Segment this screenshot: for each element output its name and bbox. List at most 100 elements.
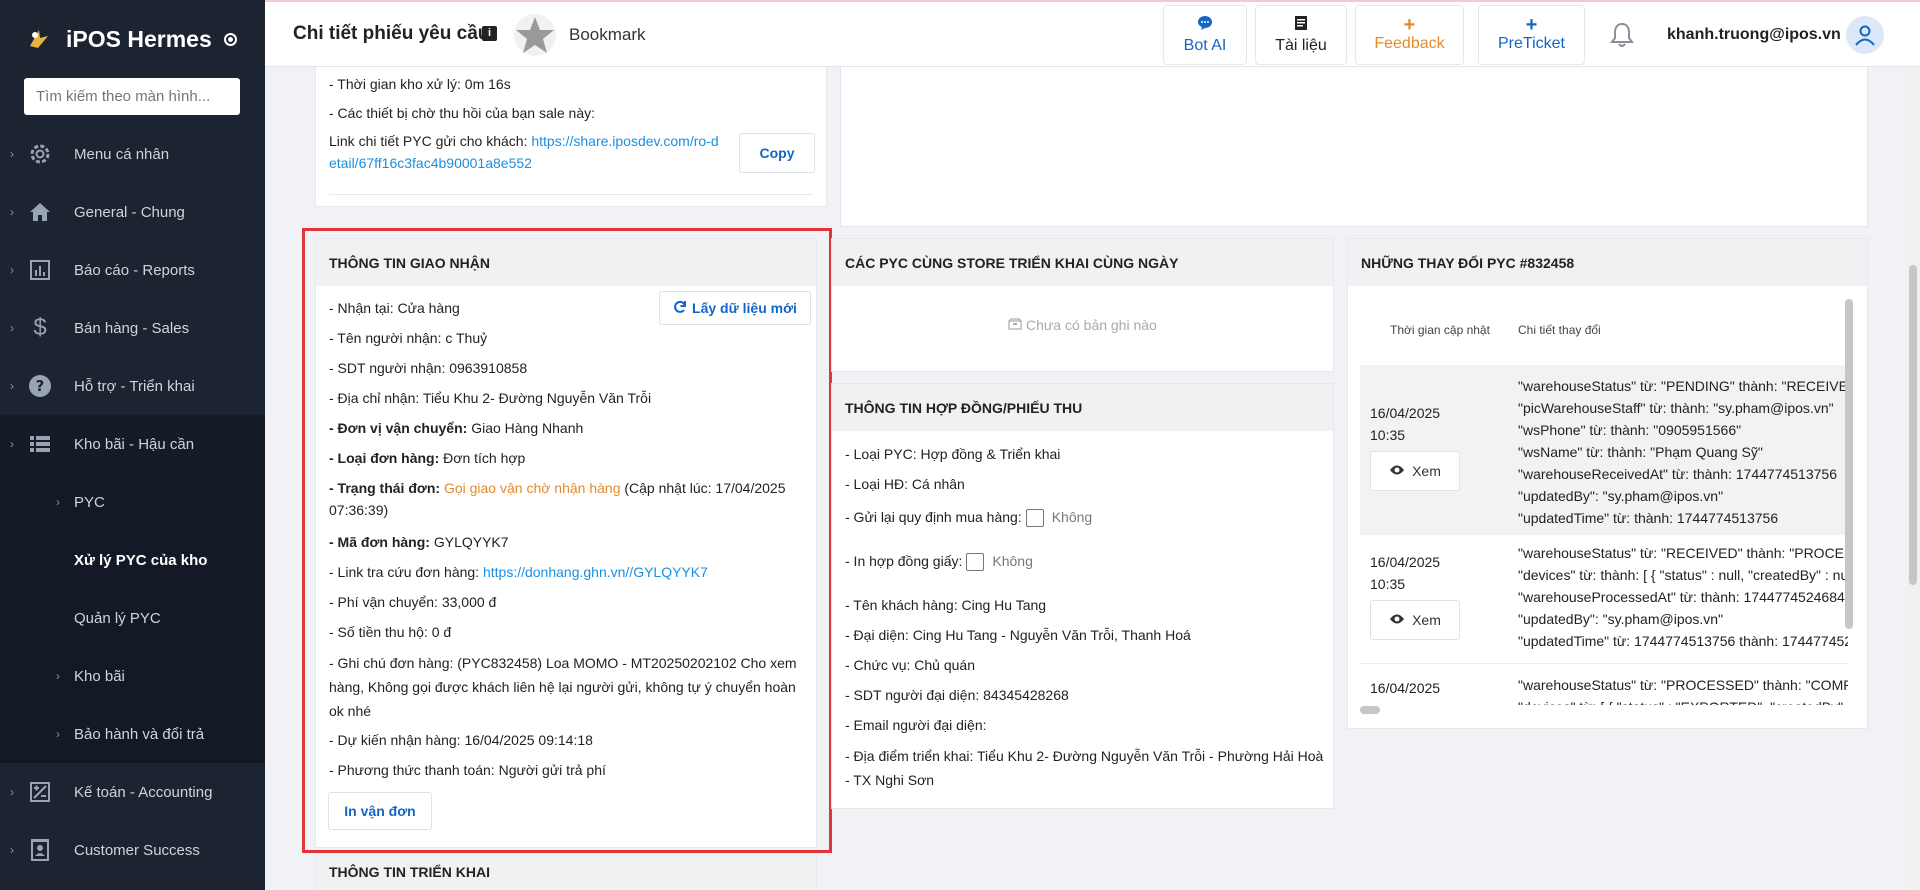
change-details: "warehouseStatus" từ: "RECEIVED" thành: …: [1518, 545, 1848, 649]
help-icon: ?: [27, 373, 53, 399]
sidebar-item-menu-ca-nhan[interactable]: › Menu cá nhân: [0, 125, 265, 183]
sidebar-subitem-label: Xử lý PYC của kho: [74, 551, 208, 569]
pending-devices-label: - Các thiết bị chờ thu hồi của bạn sale …: [329, 105, 595, 121]
hermes-logo-icon: [24, 24, 54, 54]
preticket-label: PreTicket: [1498, 35, 1565, 52]
feedback-button[interactable]: + Feedback: [1355, 5, 1464, 65]
sidebar-subitem-pyc[interactable]: › PYC: [0, 473, 265, 531]
history-title: NHỮNG THAY ĐỔI PYC #832458: [1348, 239, 1867, 286]
chevron-right-icon: ›: [56, 495, 60, 509]
contract-card: THÔNG TIN HỢP ĐỒNG/PHIẾU THU - Loại PYC:…: [831, 383, 1334, 809]
sidebar-item-warehouse[interactable]: › Kho bãi - Hậu cần: [0, 415, 265, 473]
chevron-right-icon: ›: [10, 263, 14, 277]
share-link[interactable]: https://share.iposdev.com/ro-d: [531, 133, 718, 149]
history-date: 16/04/2025: [1370, 680, 1441, 696]
share-link-cont[interactable]: etail/67ff16c3fac4b90001a8e552: [329, 155, 532, 171]
view-button[interactable]: Xem: [1370, 600, 1460, 640]
brand[interactable]: iPOS Hermes: [0, 0, 265, 78]
empty-state: Chưa có bản ghi nào: [832, 317, 1333, 333]
chat-icon: [1197, 15, 1213, 35]
empty-box-icon: [1008, 317, 1026, 333]
sidebar-subitem-xu-ly-pyc[interactable]: Xử lý PYC của kho: [0, 531, 265, 589]
sidebar-subitem-bao-hanh[interactable]: › Bảo hành và đổi trả: [0, 705, 265, 763]
topbar: Chi tiết phiếu yêu cầu i Bookmark Bot AI…: [265, 0, 1920, 67]
sidebar-subitem-label: PYC: [74, 493, 105, 511]
plus-icon: +: [1525, 14, 1538, 36]
change-details: "warehouseStatus" từ: "PROCESSED" thành:…: [1518, 677, 1848, 705]
sidebar-item-reports[interactable]: › Báo cáo - Reports: [0, 241, 265, 299]
sidebar-subitem-label: Quản lý PYC: [74, 609, 161, 627]
chevron-right-icon: ›: [10, 843, 14, 857]
star-icon[interactable]: [513, 13, 557, 60]
docs-button[interactable]: Tài liệu: [1255, 5, 1347, 65]
accounting-icon: [27, 779, 53, 805]
sidebar-item-label: Hỗ trợ - Triển khai: [74, 377, 195, 395]
history-row: 16/04/2025 10:35 Xem "warehouseStatus" từ…: [1360, 536, 1848, 664]
sidebar-submenu: › PYC Xử lý PYC của kho Quản lý PYC › Kh…: [0, 473, 265, 763]
book-icon: [1293, 15, 1309, 35]
contract-title: THÔNG TIN HỢP ĐỒNG/PHIẾU THU: [832, 384, 1333, 431]
chevron-right-icon: ›: [56, 727, 60, 741]
sidebar-subitem-kho-bai[interactable]: › Kho bãi: [0, 647, 265, 705]
sidebar-item-sales[interactable]: › $ Bán hàng - Sales: [0, 299, 265, 357]
eye-icon: [1389, 612, 1405, 628]
home-icon: [27, 199, 53, 225]
bookmark-label[interactable]: Bookmark: [569, 25, 646, 45]
sidebar-search-input[interactable]: [24, 78, 240, 115]
copy-button[interactable]: Copy: [739, 133, 815, 173]
chevron-right-icon: ›: [10, 321, 14, 335]
chevron-right-icon: ›: [10, 205, 14, 219]
print-contract-checkbox[interactable]: [966, 553, 985, 572]
resend-checkbox[interactable]: [1025, 509, 1044, 528]
sidebar-item-label: General - Chung: [74, 203, 185, 221]
sidebar-item-label: Menu cá nhân: [74, 145, 170, 163]
sidebar-item-general[interactable]: › General - Chung: [0, 183, 265, 241]
chevron-right-icon: ›: [56, 669, 60, 683]
sidebar-item-label: Kho bãi - Hậu cần: [74, 435, 195, 453]
sidebar-item-label: Customer Success: [74, 841, 200, 859]
sidebar-item-customer-success[interactable]: › Customer Success: [0, 821, 265, 879]
col-header-time: Thời gian cập nhật: [1390, 323, 1490, 337]
history-row: 16/04/2025 10:35 Xem "warehouseStatus" từ…: [1360, 365, 1848, 535]
customer-name: - Tên khách hàng: Cing Hu Tang: [845, 597, 1047, 613]
view-button[interactable]: Xem: [1370, 451, 1460, 491]
avatar[interactable]: [1846, 16, 1884, 54]
page-scrollbar-track: [1906, 67, 1920, 890]
chart-icon: [27, 257, 53, 283]
deploy-location: - Địa điểm triển khai: Tiểu Khu 2- Đường…: [845, 748, 1324, 788]
svg-text:?: ?: [36, 377, 45, 395]
history-row: 16/04/2025 "warehouseStatus" từ: "PROCES…: [1360, 665, 1848, 705]
bot-ai-label: Bot AI: [1183, 37, 1227, 54]
contact-icon: [27, 837, 53, 863]
sidebar-item-label: Kế toán - Accounting: [74, 783, 213, 801]
sidebar-subitem-quan-ly-pyc[interactable]: Quản lý PYC: [0, 589, 265, 647]
sidebar-item-label: Bán hàng - Sales: [74, 319, 190, 337]
preticket-button[interactable]: + PreTicket: [1478, 5, 1585, 65]
history-scrollbar-vertical[interactable]: [1845, 299, 1853, 629]
position: - Chức vụ: Chủ quán: [845, 657, 975, 673]
radio-dot-icon[interactable]: [223, 32, 237, 46]
bell-icon[interactable]: [1610, 22, 1634, 51]
contract-type: - Loại HĐ: Cá nhân: [845, 476, 965, 492]
dollar-icon: $: [33, 314, 47, 341]
info-icon[interactable]: i: [482, 26, 497, 41]
sidebar-subitem-label: Bảo hành và đổi trả: [74, 725, 205, 743]
chevron-down-icon: ›: [10, 437, 14, 451]
plus-icon: +: [1403, 14, 1416, 36]
col-header-detail: Chi tiết thay đổi: [1518, 323, 1601, 337]
history-card: NHỮNG THAY ĐỔI PYC #832458 Thời gian cập…: [1347, 238, 1868, 729]
sidebar-item-accounting[interactable]: › Kế toán - Accounting: [0, 763, 265, 821]
page-scrollbar-thumb[interactable]: [1909, 265, 1917, 585]
chevron-right-icon: ›: [10, 379, 14, 393]
gear-icon: [27, 141, 53, 167]
app-name: iPOS Hermes: [66, 25, 212, 52]
share-link-line: Link chi tiết PYC gửi cho khách: https:/…: [329, 133, 719, 171]
history-scrollbar-horizontal[interactable]: [1360, 706, 1380, 714]
sidebar-item-support[interactable]: › ? Hỗ trợ - Triển khai: [0, 357, 265, 415]
feedback-label: Feedback: [1374, 35, 1445, 52]
eye-icon: [1389, 463, 1405, 479]
user-email[interactable]: khanh.truong@ipos.vn: [1667, 26, 1841, 44]
bot-ai-button[interactable]: Bot AI: [1163, 5, 1247, 65]
list-icon: [27, 431, 53, 457]
page-title: Chi tiết phiếu yêu cầu: [293, 23, 490, 44]
